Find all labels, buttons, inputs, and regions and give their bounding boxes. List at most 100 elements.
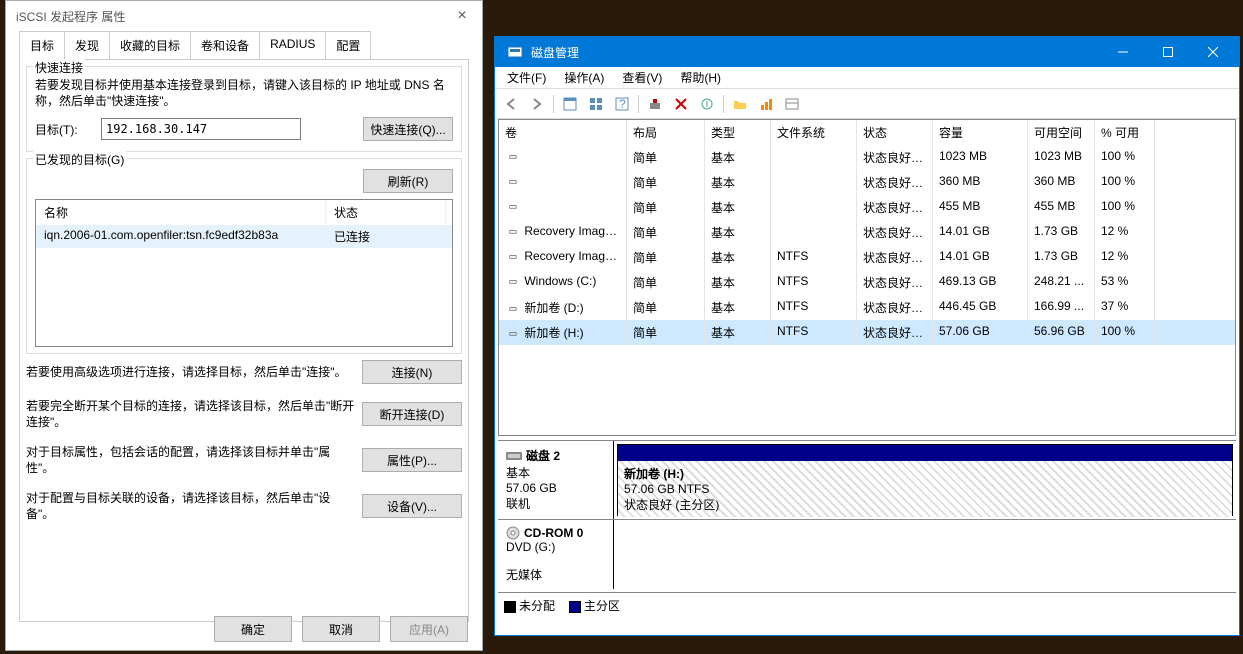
table-row[interactable]: ▭ 简单基本状态良好 (...455 MB455 MB100 % (499, 195, 1235, 220)
legend: 未分配 主分区 (498, 592, 1236, 618)
connect-button[interactable]: 连接(N) (362, 360, 462, 384)
tab-bar: 目标 发现 收藏的目标 卷和设备 RADIUS 配置 (6, 31, 482, 60)
quick-connect-help: 若要发现目标并使用基本连接登录到目标，请键入该目标的 IP 地址或 DNS 名称… (35, 77, 453, 109)
ok-button[interactable]: 确定 (214, 616, 292, 642)
partition-name: 新加卷 (H:) (624, 465, 1226, 482)
table-row[interactable]: ▭ Recovery Image ...简单基本状态良好 (...14.01 G… (499, 220, 1235, 245)
menubar: 文件(F) 操作(A) 查看(V) 帮助(H) (495, 67, 1239, 89)
partition-size: 57.06 GB NTFS (624, 482, 1226, 496)
col-status[interactable]: 状态 (326, 200, 446, 225)
col-type[interactable]: 类型 (705, 120, 771, 145)
legend-primary-box (569, 601, 581, 613)
volume-grid: 卷 布局 类型 文件系统 状态 容量 可用空间 % 可用 ▭ 简单基本状态良好 … (498, 119, 1236, 436)
close-icon[interactable]: × (452, 7, 472, 25)
devices-help: 对于配置与目标关联的设备，请选择该目标，然后单击"设备"。 (26, 490, 356, 522)
col-volume[interactable]: 卷 (499, 120, 627, 145)
quick-connect-group: 快速连接 若要发现目标并使用基本连接登录到目标，请键入该目标的 IP 地址或 D… (26, 66, 462, 152)
cdrom-row: CD-ROM 0 DVD (G:) 无媒体 (498, 520, 1236, 589)
col-pct[interactable]: % 可用 (1095, 120, 1155, 145)
cdrom-drive: DVD (G:) (506, 540, 605, 554)
apply-button[interactable]: 应用(A) (390, 616, 468, 642)
tab-volumes[interactable]: 卷和设备 (190, 31, 260, 60)
table-row[interactable]: ▭ Windows (C:)简单基本NTFS状态良好 (...469.13 GB… (499, 270, 1235, 295)
disk-management-window: 磁盘管理 文件(F) 操作(A) 查看(V) 帮助(H) ? 卷 布局 类型 文… (494, 36, 1240, 636)
disk-name: 磁盘 2 (526, 447, 560, 464)
cancel-button[interactable]: 取消 (302, 616, 380, 642)
quick-connect-button[interactable]: 快速连接(Q)... (363, 117, 453, 141)
legend-unalloc: 未分配 (519, 599, 555, 613)
minimize-button[interactable] (1100, 37, 1145, 67)
delete-icon[interactable] (669, 93, 693, 115)
toolbar: ? (495, 89, 1239, 119)
table-row[interactable]: ▭ 简单基本状态良好 (...360 MB360 MB100 % (499, 170, 1235, 195)
refresh-button[interactable]: 刷新(R) (363, 169, 453, 193)
table-row[interactable]: ▭ Recovery Image ...简单基本NTFS状态良好 (...14.… (499, 245, 1235, 270)
dialog-titlebar: iSCSI 发起程序 属性 × (6, 1, 482, 31)
disk-size: 57.06 GB (506, 481, 605, 495)
partition[interactable]: 新加卷 (H:) 57.06 GB NTFS 状态良好 (主分区) (617, 444, 1233, 516)
group-label: 快速连接 (33, 59, 85, 76)
refresh-icon[interactable] (584, 93, 608, 115)
tab-config[interactable]: 配置 (325, 31, 371, 60)
target-input[interactable] (101, 118, 301, 140)
cdrom-info[interactable]: CD-ROM 0 DVD (G:) 无媒体 (498, 520, 614, 589)
menu-file[interactable]: 文件(F) (499, 69, 554, 86)
group-label: 已发现的目标(G) (33, 151, 126, 168)
grid-body: ▭ 简单基本状态良好 (...1023 MB1023 MB100 %▭ 简单基本… (499, 145, 1235, 345)
list-icon[interactable] (780, 93, 804, 115)
folder-icon[interactable] (728, 93, 752, 115)
forward-icon[interactable] (525, 93, 549, 115)
cdrom-state: 无媒体 (506, 566, 605, 583)
col-name[interactable]: 名称 (36, 200, 326, 225)
list-item[interactable]: iqn.2006-01.com.openfiler:tsn.fc9edf32b8… (36, 225, 452, 248)
help-icon[interactable]: ? (610, 93, 634, 115)
col-free[interactable]: 可用空间 (1028, 120, 1095, 145)
tab-radius[interactable]: RADIUS (259, 31, 326, 60)
col-layout[interactable]: 布局 (627, 120, 705, 145)
devices-button[interactable]: 设备(V)... (362, 494, 462, 518)
menu-action[interactable]: 操作(A) (556, 69, 612, 86)
disk-icon (506, 450, 522, 462)
target-iqn: iqn.2006-01.com.openfiler:tsn.fc9edf32b8… (36, 225, 326, 248)
titlebar[interactable]: 磁盘管理 (495, 37, 1239, 67)
disk-kind: 基本 (506, 464, 605, 481)
actions-area: 若要使用高级选项进行连接，请选择目标，然后单击"连接"。 连接(N) 若要完全断… (26, 360, 462, 522)
cdrom-name: CD-ROM 0 (524, 526, 583, 540)
col-status[interactable]: 状态 (857, 120, 933, 145)
cdrom-icon (506, 526, 520, 540)
tab-panel: 快速连接 若要发现目标并使用基本连接登录到目标，请键入该目标的 IP 地址或 D… (19, 59, 469, 622)
target-status: 已连接 (326, 225, 446, 248)
table-row[interactable]: ▭ 新加卷 (D:)简单基本NTFS状态良好 (...446.45 GB166.… (499, 295, 1235, 320)
menu-view[interactable]: 查看(V) (614, 69, 670, 86)
col-fs[interactable]: 文件系统 (771, 120, 857, 145)
chart-icon[interactable] (754, 93, 778, 115)
discovered-group: 已发现的目标(G) 刷新(R) 名称 状态 iqn.2006-01.com.op… (26, 158, 462, 354)
close-button[interactable] (1190, 37, 1235, 67)
disk-mgmt-icon (507, 44, 523, 60)
tab-favorites[interactable]: 收藏的目标 (109, 31, 191, 60)
maximize-button[interactable] (1145, 37, 1190, 67)
settings-icon[interactable] (643, 93, 667, 115)
properties-button[interactable]: 属性(P)... (362, 448, 462, 472)
dialog-title: iSCSI 发起程序 属性 (16, 8, 125, 25)
targets-list[interactable]: 名称 状态 iqn.2006-01.com.openfiler:tsn.fc9e… (35, 199, 453, 347)
table-row[interactable]: ▭ 简单基本状态良好 (...1023 MB1023 MB100 % (499, 145, 1235, 170)
disconnect-button[interactable]: 断开连接(D) (362, 402, 462, 426)
disk-info[interactable]: 磁盘 2 基本 57.06 GB 联机 (498, 441, 614, 519)
tab-discovery[interactable]: 发现 (64, 31, 110, 60)
properties-icon[interactable] (695, 93, 719, 115)
legend-primary: 主分区 (584, 599, 620, 613)
legend-unalloc-box (504, 601, 516, 613)
tab-targets[interactable]: 目标 (19, 31, 65, 60)
table-row[interactable]: ▭ 新加卷 (H:)简单基本NTFS状态良好 (...57.06 GB56.96… (499, 320, 1235, 345)
menu-help[interactable]: 帮助(H) (672, 69, 729, 86)
back-icon[interactable] (499, 93, 523, 115)
connect-help: 若要使用高级选项进行连接，请选择目标，然后单击"连接"。 (26, 364, 356, 380)
view-icon[interactable] (558, 93, 582, 115)
list-header: 名称 状态 (36, 200, 452, 225)
col-capacity[interactable]: 容量 (933, 120, 1028, 145)
disk-state: 联机 (506, 495, 605, 512)
window-title: 磁盘管理 (531, 44, 1100, 61)
partition-status: 状态良好 (主分区) (624, 496, 1226, 513)
grid-header: 卷 布局 类型 文件系统 状态 容量 可用空间 % 可用 (499, 120, 1235, 145)
